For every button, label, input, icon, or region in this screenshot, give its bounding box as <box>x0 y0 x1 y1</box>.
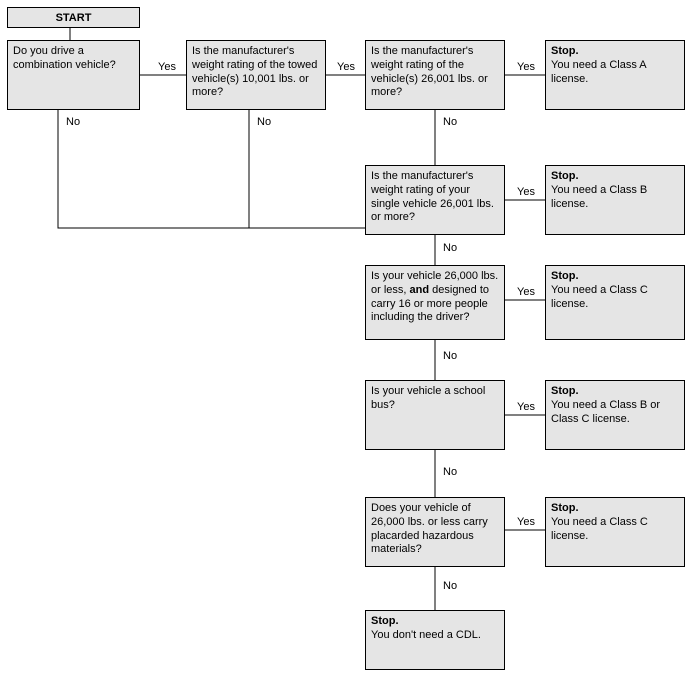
stop-text: You don't need a CDL. <box>371 629 481 641</box>
stop-class-b-or-c: Stop. You need a Class B or Class C lice… <box>545 380 685 450</box>
decision-towed-10001: Is the manufacturer's weight rating of t… <box>186 40 326 110</box>
edge-label: No <box>257 117 271 128</box>
edge-label: Yes <box>337 62 355 73</box>
stop-class-c-1: Stop. You need a Class C license. <box>545 265 685 340</box>
stop-label: Stop. <box>551 270 579 282</box>
edge-label: No <box>443 467 457 478</box>
stop-label: Stop. <box>551 170 579 182</box>
stop-text: You need a Class A license. <box>551 59 646 85</box>
stop-text: You need a Class B license. <box>551 184 647 210</box>
q5-text-bold: and <box>410 284 430 296</box>
edge-label: No <box>443 243 457 254</box>
edge-label: No <box>443 117 457 128</box>
start-box: START <box>7 7 140 28</box>
decision-hazmat: Does your vehicle of 26,000 lbs. or less… <box>365 497 505 567</box>
edge-label: Yes <box>517 287 535 298</box>
flowchart-canvas: Yes Yes Yes No No No Yes No Yes No Yes N… <box>0 0 700 695</box>
edge-label: Yes <box>158 62 176 73</box>
edge-label: No <box>66 117 80 128</box>
stop-text: You need a Class C license. <box>551 516 648 542</box>
stop-class-c-2: Stop. You need a Class C license. <box>545 497 685 567</box>
decision-school-bus: Is your vehicle a school bus? <box>365 380 505 450</box>
edge-label: Yes <box>517 402 535 413</box>
decision-combined-26001: Is the manufacturer's weight rating of t… <box>365 40 505 110</box>
stop-label: Stop. <box>551 385 579 397</box>
edge-label: No <box>443 581 457 592</box>
edge-label: No <box>443 351 457 362</box>
stop-label: Stop. <box>551 502 579 514</box>
stop-text: You need a Class B or Class C license. <box>551 399 660 425</box>
decision-single-26001: Is the manufacturer's weight rating of y… <box>365 165 505 235</box>
edge-label: Yes <box>517 187 535 198</box>
decision-combination-vehicle: Do you drive a combination vehicle? <box>7 40 140 110</box>
edge-label: Yes <box>517 62 535 73</box>
stop-label: Stop. <box>371 615 399 627</box>
stop-no-cdl: Stop. You don't need a CDL. <box>365 610 505 670</box>
stop-class-a: Stop. You need a Class A license. <box>545 40 685 110</box>
decision-16-passengers: Is your vehicle 26,000 lbs. or less, and… <box>365 265 505 340</box>
stop-class-b: Stop. You need a Class B license. <box>545 165 685 235</box>
stop-label: Stop. <box>551 45 579 57</box>
stop-text: You need a Class C license. <box>551 284 648 310</box>
edge-label: Yes <box>517 517 535 528</box>
